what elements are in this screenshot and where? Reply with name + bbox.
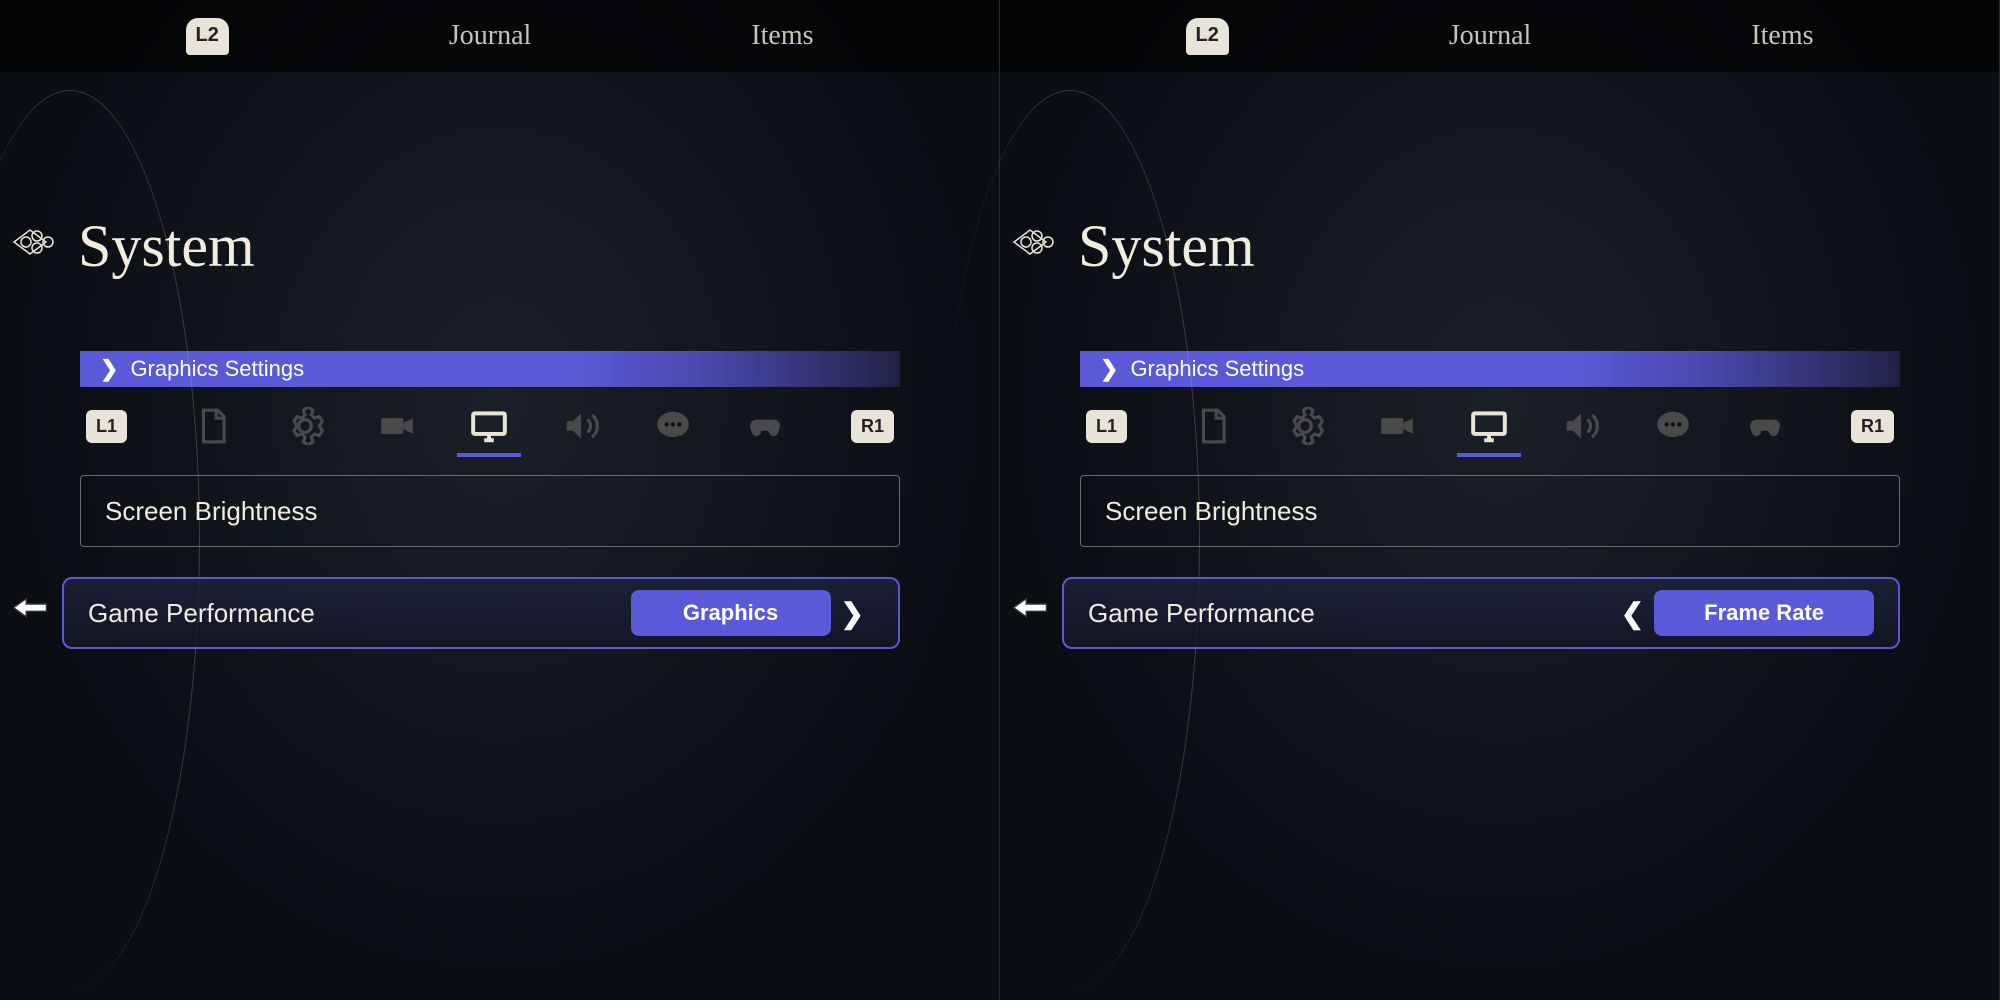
chevron-left-icon[interactable]: ❮ — [1611, 597, 1654, 630]
sound-icon[interactable] — [1562, 407, 1600, 445]
document-icon[interactable] — [1194, 407, 1232, 445]
option-label: Screen Brightness — [105, 496, 317, 527]
camera-icon[interactable] — [1378, 407, 1416, 445]
l1-bumper-icon: L1 — [86, 410, 127, 443]
option-label: Screen Brightness — [1105, 496, 1317, 527]
section-header: ❯ Graphics Settings — [80, 351, 900, 387]
option-label: Game Performance — [1088, 598, 1315, 629]
ornament-icon — [1010, 222, 1064, 272]
value-selector[interactable]: ❮ Frame Rate — [1611, 590, 1874, 636]
pointer-hand-icon — [1008, 588, 1052, 639]
performance-value: Frame Rate — [1654, 590, 1874, 636]
page-title-row: System — [1010, 212, 1999, 281]
page-title-row: System — [10, 212, 999, 281]
section-label: Graphics Settings — [130, 356, 304, 382]
document-icon[interactable] — [194, 407, 232, 445]
option-screen-brightness[interactable]: Screen Brightness — [1080, 475, 1900, 547]
sound-icon[interactable] — [562, 407, 600, 445]
top-nav-bar: L2 Journal Items — [0, 0, 999, 72]
value-selector[interactable]: Graphics ❯ — [631, 590, 874, 636]
nav-journal[interactable]: Journal — [449, 20, 531, 52]
chevron-right-icon[interactable]: ❯ — [831, 597, 874, 630]
top-nav-bar: L2 Journal Items — [1000, 0, 1999, 72]
option-game-performance[interactable]: Game Performance Graphics ❯ — [62, 577, 900, 649]
section-header: ❯ Graphics Settings — [1080, 351, 1900, 387]
category-tab-row: L1 R1 — [1080, 407, 1900, 445]
nav-items[interactable]: Items — [1751, 20, 1813, 52]
gear-icon[interactable] — [286, 407, 324, 445]
settings-panel-left: L2 Journal Items System ❯ Graphics Setti… — [0, 0, 1000, 1000]
chevron-right-icon: ❯ — [100, 356, 118, 382]
chat-icon[interactable] — [1654, 407, 1692, 445]
performance-value: Graphics — [631, 590, 831, 636]
l2-bumper-icon: L2 — [186, 18, 229, 55]
category-tabs — [194, 407, 784, 445]
nav-items[interactable]: Items — [751, 20, 813, 52]
category-tabs — [1194, 407, 1784, 445]
chat-icon[interactable] — [654, 407, 692, 445]
pointer-hand-icon — [8, 588, 52, 639]
page-title: System — [1078, 212, 1255, 281]
controller-icon[interactable] — [1746, 407, 1784, 445]
display-icon[interactable] — [1470, 407, 1508, 445]
l2-bumper-icon: L2 — [1186, 18, 1229, 55]
controller-icon[interactable] — [746, 407, 784, 445]
section-label: Graphics Settings — [1130, 356, 1304, 382]
r1-bumper-icon: R1 — [1851, 410, 1894, 443]
option-screen-brightness[interactable]: Screen Brightness — [80, 475, 900, 547]
ornament-icon — [10, 222, 64, 272]
chevron-right-icon: ❯ — [1100, 356, 1118, 382]
camera-icon[interactable] — [378, 407, 416, 445]
option-label: Game Performance — [88, 598, 315, 629]
display-icon[interactable] — [470, 407, 508, 445]
r1-bumper-icon: R1 — [851, 410, 894, 443]
category-tab-row: L1 R1 — [80, 407, 900, 445]
option-game-performance[interactable]: Game Performance ❮ Frame Rate — [1062, 577, 1900, 649]
page-title: System — [78, 212, 255, 281]
settings-panel-right: L2 Journal Items System ❯ Graphics Setti… — [1000, 0, 2000, 1000]
gear-icon[interactable] — [1286, 407, 1324, 445]
l1-bumper-icon: L1 — [1086, 410, 1127, 443]
nav-journal[interactable]: Journal — [1449, 20, 1531, 52]
